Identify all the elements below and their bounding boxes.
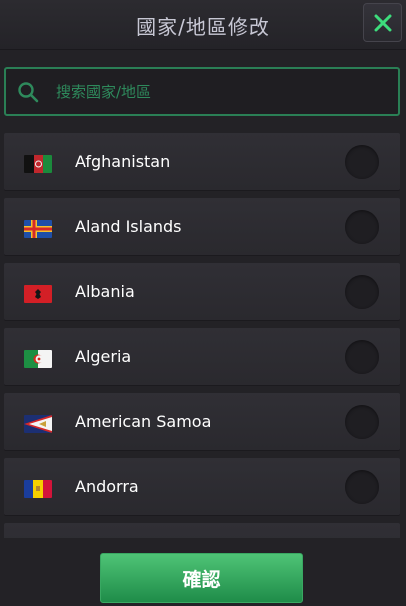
algeria-flag-icon — [24, 350, 52, 368]
list-item-albania[interactable]: Albania — [4, 263, 400, 320]
search-input[interactable] — [56, 69, 386, 114]
country-name: Aland Islands — [75, 217, 182, 236]
country-name: Albania — [75, 282, 135, 301]
aland-islands-flag-icon — [24, 220, 52, 238]
list-item-andorra[interactable]: Andorra — [4, 458, 400, 515]
country-name: Andorra — [75, 477, 139, 496]
select-radio[interactable] — [345, 210, 379, 244]
close-button[interactable] — [363, 3, 402, 42]
close-icon — [374, 14, 391, 31]
american-samoa-flag-icon — [24, 415, 52, 433]
andorra-flag-icon — [24, 480, 52, 498]
confirm-button[interactable]: 確認 — [100, 553, 303, 603]
select-radio[interactable] — [345, 470, 379, 504]
footer-bar: 確認 — [0, 538, 406, 606]
list-item-american-samoa[interactable]: American Samoa — [4, 393, 400, 450]
country-name: American Samoa — [75, 412, 212, 431]
list-item-afghanistan[interactable]: Afghanistan — [4, 133, 400, 190]
albania-flag-icon — [24, 285, 52, 303]
select-radio[interactable] — [345, 340, 379, 374]
afghanistan-flag-icon — [24, 155, 52, 173]
search-box[interactable] — [4, 67, 400, 116]
select-radio[interactable] — [345, 405, 379, 439]
country-name: Afghanistan — [75, 152, 171, 171]
search-icon — [18, 82, 39, 103]
header-bar: 國家/地區修改 — [0, 0, 406, 50]
country-list: Afghanistan Aland Islands Albania Algeri… — [4, 133, 400, 538]
select-radio[interactable] — [345, 275, 379, 309]
page-title: 國家/地區修改 — [136, 15, 270, 39]
list-item-partial[interactable] — [4, 523, 400, 538]
country-name: Algeria — [75, 347, 132, 366]
list-item-aland-islands[interactable]: Aland Islands — [4, 198, 400, 255]
list-item-algeria[interactable]: Algeria — [4, 328, 400, 385]
select-radio[interactable] — [345, 145, 379, 179]
